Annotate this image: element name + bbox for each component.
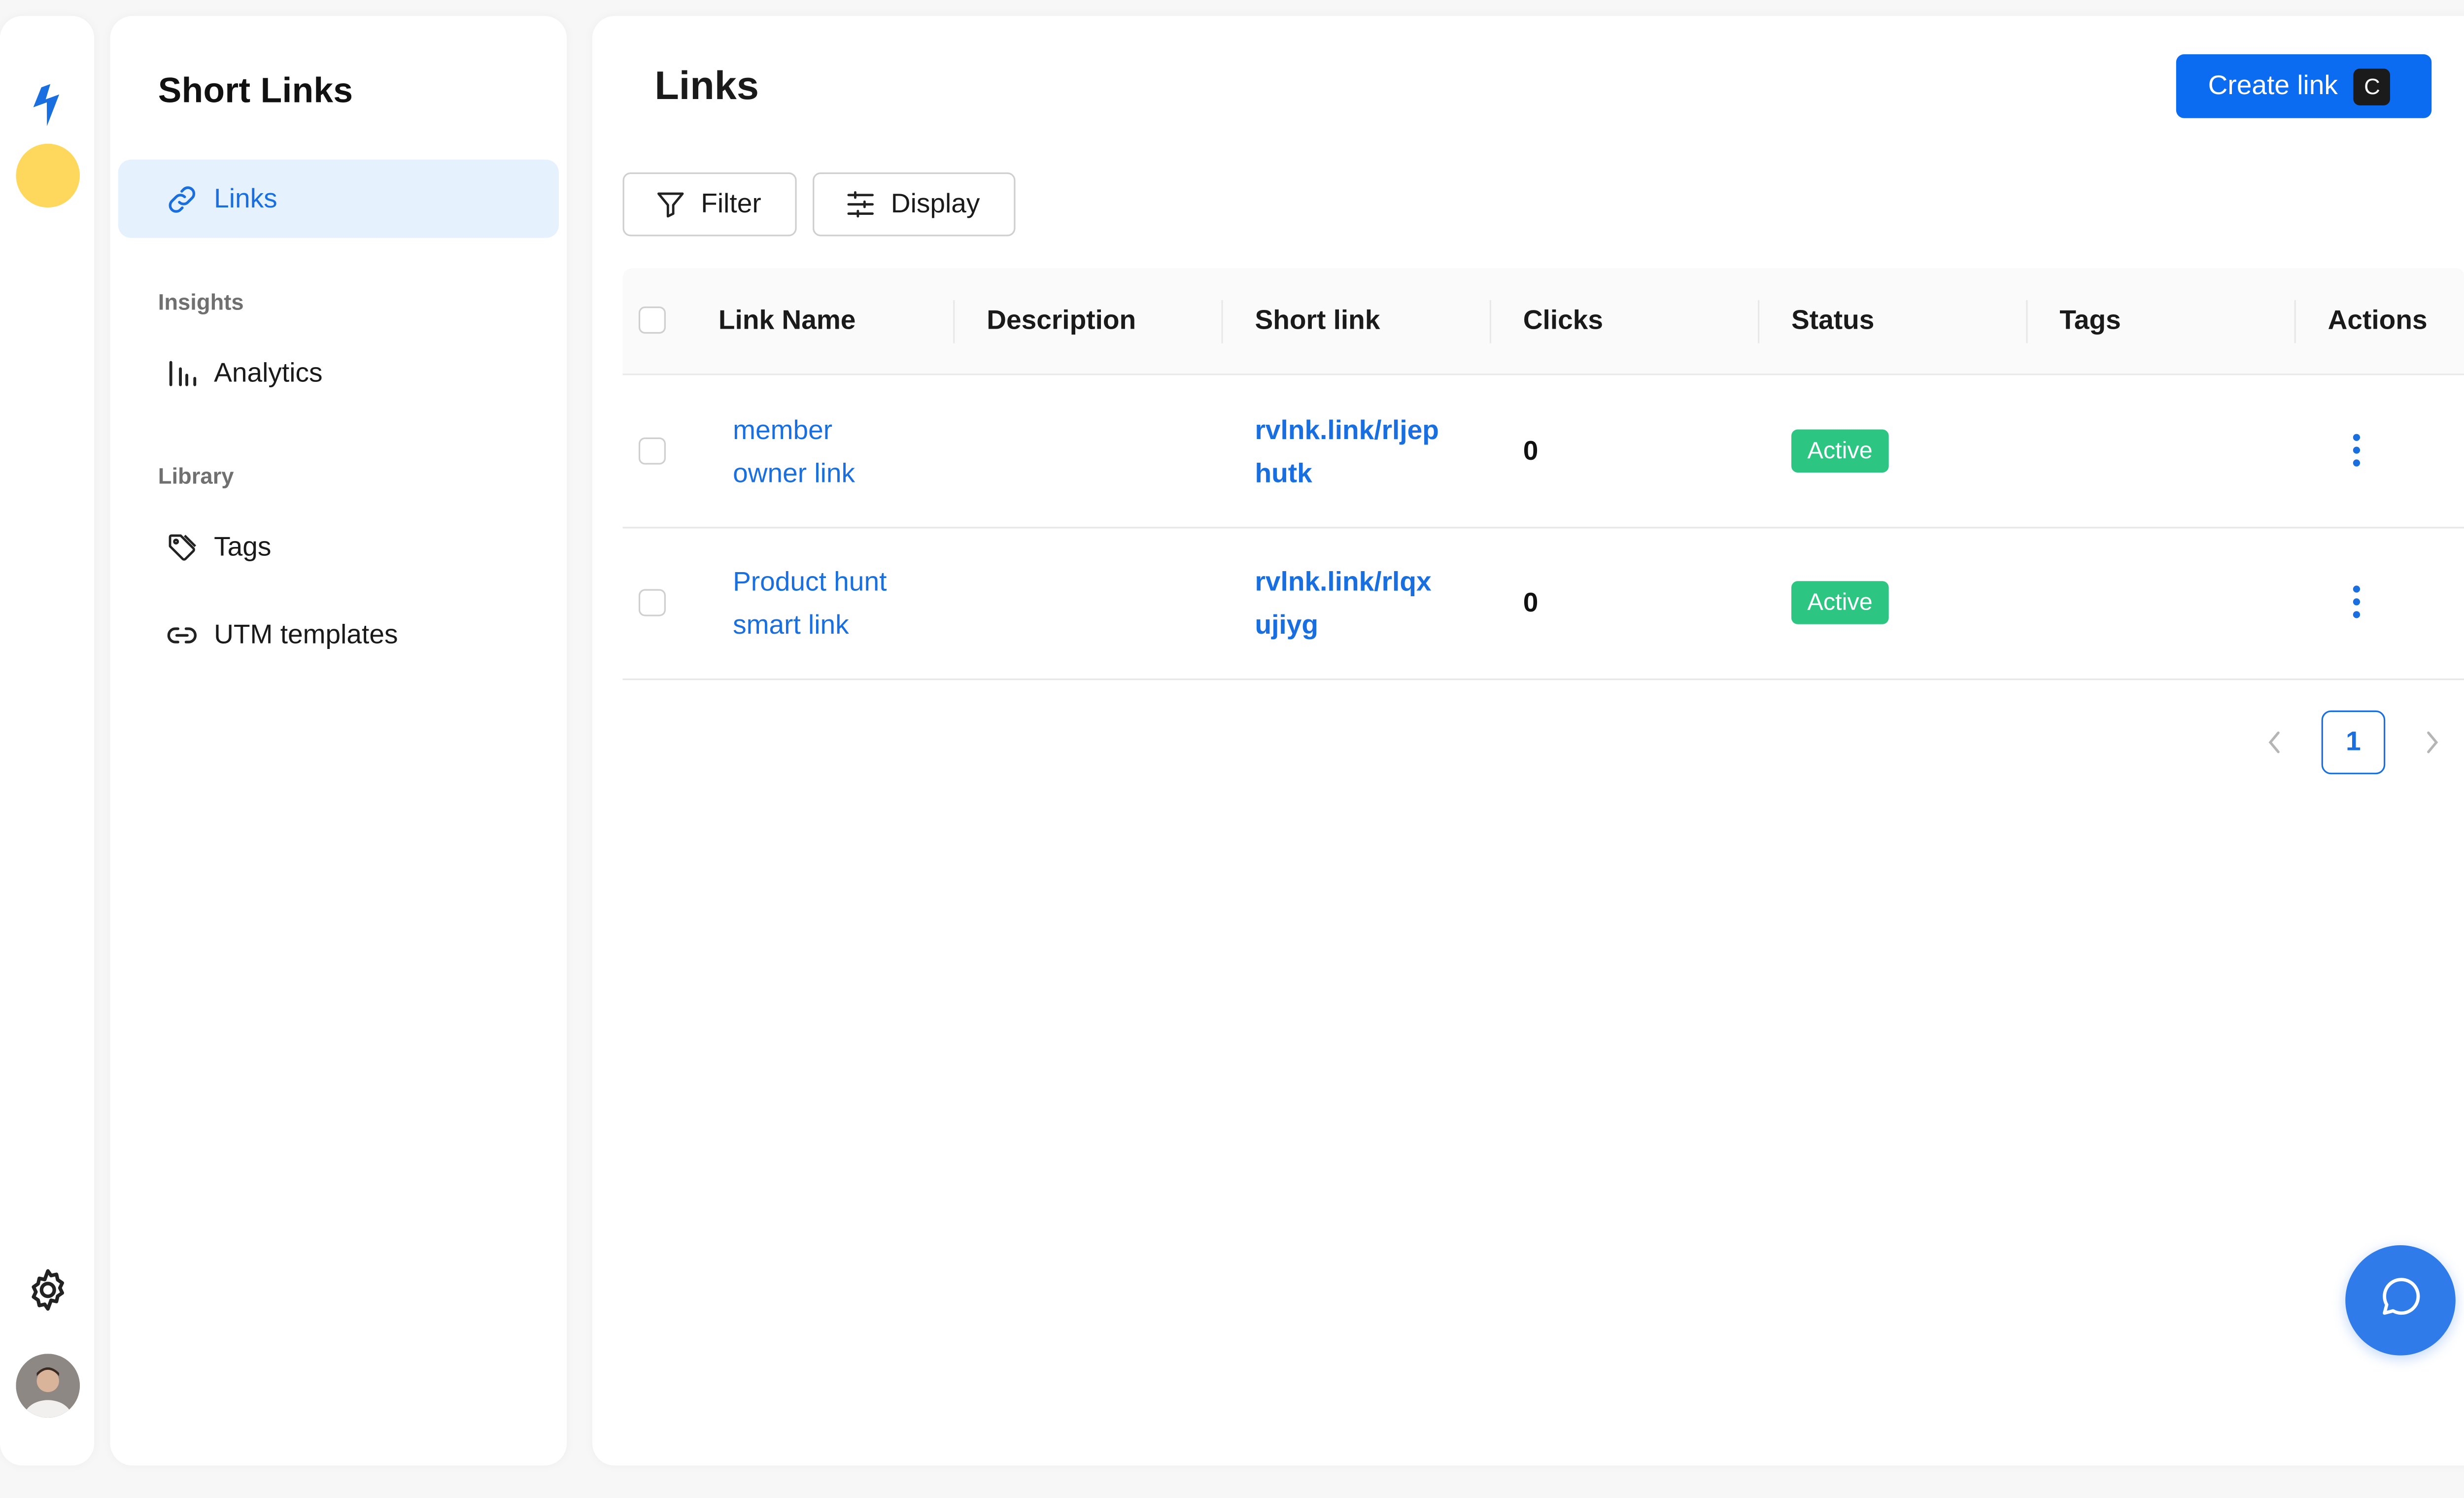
sidebar-item-label: Analytics — [214, 357, 323, 387]
select-all-checkbox[interactable] — [638, 306, 666, 334]
sidebar-item-label: Tags — [214, 531, 272, 561]
column-header-tags[interactable]: Tags — [2059, 268, 2121, 374]
pagination-prev-icon[interactable] — [2259, 711, 2291, 775]
sidebar-item-links[interactable]: Links — [118, 159, 559, 238]
short-link-line: ujiyg — [1255, 610, 1319, 641]
display-label: Display — [890, 188, 980, 219]
column-divider — [1221, 300, 1223, 343]
short-link-line: rvlnk.link/rljep — [1255, 415, 1439, 445]
column-divider — [953, 300, 955, 343]
link-name[interactable]: member owner link — [733, 409, 855, 495]
sidebar-item-analytics[interactable]: Analytics — [118, 334, 559, 412]
column-divider — [1489, 300, 1491, 343]
chain-link-icon — [166, 618, 198, 650]
link-name-line: member — [733, 415, 833, 445]
table-header: Link Name Description Short link Clicks … — [622, 268, 2464, 375]
filter-button[interactable]: Filter — [622, 172, 797, 237]
row-checkbox[interactable] — [638, 437, 666, 465]
sidebar-title: Short Links — [158, 70, 353, 110]
column-header-actions: Actions — [2327, 305, 2428, 336]
sliders-icon — [845, 188, 877, 220]
tag-icon — [166, 531, 198, 563]
column-header-link-name[interactable]: Link Name — [719, 268, 856, 374]
table-row: Product hunt smart link rvlnk.link/rlqx … — [622, 527, 2464, 681]
click-count: 0 — [1523, 587, 1539, 618]
app-rail — [0, 16, 95, 1466]
create-link-button[interactable]: Create link C — [2176, 54, 2432, 118]
column-header-short-link[interactable]: Short link — [1255, 268, 1380, 374]
link-name-line: Product hunt — [733, 567, 887, 597]
filter-icon — [654, 188, 686, 220]
column-header-status[interactable]: Status — [1791, 268, 1874, 374]
app-logo-icon[interactable] — [26, 83, 70, 128]
user-avatar[interactable] — [16, 1354, 80, 1418]
keyboard-shortcut-badge: C — [2354, 68, 2391, 105]
row-checkbox[interactable] — [638, 589, 666, 616]
workspace-avatar[interactable] — [16, 143, 80, 208]
table-row: member owner link rvlnk.link/rljep hutk … — [622, 375, 2464, 529]
sidebar: Short Links Links Insights Analytics Lib… — [110, 16, 567, 1466]
link-name-line: smart link — [733, 610, 849, 641]
pagination-next-icon[interactable] — [2416, 711, 2448, 775]
main-panel: Links Create link C Filter Display Link … — [592, 16, 2464, 1466]
short-link[interactable]: rvlnk.link/rlqx ujiyg — [1255, 560, 1431, 647]
filter-label: Filter — [701, 188, 761, 219]
sidebar-group-library: Library — [158, 463, 234, 489]
column-header-description[interactable]: Description — [987, 268, 1136, 374]
status-badge: Active — [1791, 429, 1889, 473]
column-header-clicks[interactable]: Clicks — [1523, 268, 1603, 374]
chat-support-button[interactable] — [2345, 1245, 2456, 1356]
link-name-line: owner link — [733, 458, 856, 489]
short-link-line: hutk — [1255, 458, 1312, 489]
chat-bubble-icon — [2378, 1274, 2423, 1327]
short-link-line: rvlnk.link/rlqx — [1255, 567, 1432, 597]
gear-icon[interactable] — [24, 1266, 72, 1314]
short-link[interactable]: rvlnk.link/rljep hutk — [1255, 409, 1438, 495]
column-divider — [1758, 300, 1760, 343]
pagination-current-page[interactable]: 1 — [2321, 710, 2386, 775]
click-count: 0 — [1523, 436, 1539, 467]
status-badge: Active — [1791, 581, 1889, 624]
bar-chart-icon — [166, 357, 198, 389]
sidebar-item-label: UTM templates — [214, 618, 398, 649]
display-button[interactable]: Display — [813, 172, 1016, 237]
column-divider — [2294, 300, 2296, 343]
sidebar-item-tags[interactable]: Tags — [118, 508, 559, 586]
page-title: Links — [654, 64, 759, 109]
column-divider — [2026, 300, 2028, 343]
sidebar-item-utm-templates[interactable]: UTM templates — [118, 595, 559, 674]
link-name[interactable]: Product hunt smart link — [733, 560, 887, 647]
more-actions-icon[interactable] — [2352, 433, 2361, 468]
link-icon — [166, 183, 198, 215]
sidebar-group-insights: Insights — [158, 289, 244, 315]
sidebar-item-label: Links — [214, 182, 277, 213]
create-link-label: Create link — [2208, 70, 2338, 101]
more-actions-icon[interactable] — [2352, 584, 2361, 619]
